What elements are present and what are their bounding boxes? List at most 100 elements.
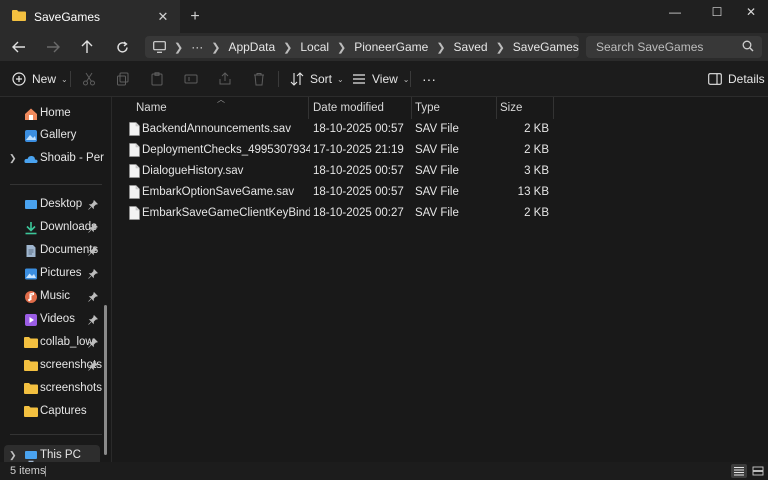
maximize-button[interactable]: ☐	[698, 0, 736, 24]
sidebar-scrollbar[interactable]	[104, 305, 107, 455]
close-window-button[interactable]: ✕	[732, 0, 768, 24]
cut-button[interactable]	[82, 68, 96, 90]
column-header-name[interactable]: Name	[136, 97, 167, 119]
file-date: 17-10-2025 21:19	[313, 144, 404, 156]
sidebar-item-desktop[interactable]: Desktop	[0, 194, 104, 216]
rename-icon	[184, 74, 198, 84]
column-resize-handle[interactable]	[411, 97, 412, 119]
address-path[interactable]: ❯ ··· ❯ AppData ❯ Local ❯ PioneerGame ❯ …	[145, 36, 579, 58]
breadcrumb-appdata[interactable]: AppData	[222, 40, 281, 54]
paste-button[interactable]	[150, 68, 164, 90]
arrow-right-icon	[47, 41, 60, 53]
pin-icon	[88, 337, 99, 348]
sort-label: Sort	[310, 72, 333, 86]
arrow-up-icon	[81, 40, 93, 53]
breadcrumb-separator: ❯	[174, 41, 184, 54]
back-button[interactable]	[8, 36, 30, 58]
file-date: 18-10-2025 00:57	[313, 165, 404, 177]
view-button[interactable]: View ⌄	[352, 68, 410, 90]
view-icon	[353, 74, 365, 84]
table-row[interactable]: BackendAnnouncements.sav 18-10-2025 00:5…	[121, 119, 553, 140]
pin-icon	[88, 314, 99, 325]
details-button[interactable]: Details	[708, 68, 765, 90]
item-count: 5 items	[10, 465, 46, 477]
details-label: Details	[728, 72, 765, 86]
home-icon	[24, 107, 38, 121]
sidebar-item-documents[interactable]: Documents	[0, 240, 104, 262]
more-options-button[interactable]: ···	[422, 68, 436, 90]
sidebar-item-captures[interactable]: Captures	[0, 401, 104, 423]
pin-icon	[88, 222, 99, 233]
breadcrumb-local[interactable]: Local	[294, 40, 335, 54]
sidebar-item-videos[interactable]: Videos	[0, 309, 104, 331]
column-resize-handle[interactable]	[553, 97, 554, 119]
copy-icon	[117, 72, 129, 86]
file-type: SAV File	[415, 207, 459, 219]
column-header-date-modified[interactable]: Date modified	[313, 97, 384, 119]
sidebar-item-downloads[interactable]: Downloads	[0, 217, 104, 239]
rename-button[interactable]	[184, 68, 198, 90]
search-input[interactable]: Search SaveGames	[586, 36, 762, 58]
sidebar-item-home[interactable]: Home	[0, 103, 104, 125]
file-icon	[129, 185, 140, 202]
table-row[interactable]: DialogueHistory.sav 18-10-2025 00:57 SAV…	[121, 161, 553, 182]
file-date: 18-10-2025 00:27	[313, 207, 404, 219]
divider	[70, 71, 71, 87]
sort-ascending-icon: ︿	[217, 95, 225, 104]
file-icon	[129, 143, 140, 160]
copy-button[interactable]	[116, 68, 130, 90]
table-row[interactable]: EmbarkOptionSaveGame.sav 18-10-2025 00:5…	[121, 182, 553, 203]
navigation-pane: Home Gallery ❯ Shoaib - Personal Desktop…	[0, 97, 112, 467]
file-type: SAV File	[415, 144, 459, 156]
search-icon	[742, 40, 754, 55]
command-bar: New ⌄ Sort ⌄ View ⌄ ··· Details	[0, 61, 768, 97]
sidebar-item-collab-low[interactable]: collab_low	[0, 332, 104, 354]
sidebar-item-onedrive[interactable]: ❯ Shoaib - Personal	[0, 148, 104, 170]
breadcrumb-separator: ❯	[283, 41, 293, 54]
sidebar-item-gallery[interactable]: Gallery	[0, 125, 104, 147]
refresh-button[interactable]	[111, 36, 133, 58]
breadcrumb-saved[interactable]: Saved	[448, 40, 494, 54]
sort-button[interactable]: Sort ⌄	[290, 68, 344, 90]
column-resize-handle[interactable]	[308, 97, 309, 119]
breadcrumb-separator: ❯	[337, 41, 347, 54]
file-type: SAV File	[415, 165, 459, 177]
breadcrumb-savegames[interactable]: SaveGames	[507, 40, 585, 54]
forward-button[interactable]	[42, 36, 64, 58]
breadcrumb-separator: ❯	[495, 41, 505, 54]
file-name: DeploymentChecks_49953079342462894…	[142, 144, 310, 156]
column-header-size[interactable]: Size	[500, 97, 522, 119]
file-name: EmbarkOptionSaveGame.sav	[142, 186, 295, 198]
status-bar: 5 items |	[0, 462, 768, 480]
sidebar-item-screenshots[interactable]: screenshots	[0, 355, 104, 377]
delete-button[interactable]	[252, 68, 266, 90]
minimize-button[interactable]: —	[656, 0, 694, 24]
file-name: EmbarkSaveGameClientKeyBindings.sav	[142, 207, 310, 219]
music-icon	[24, 290, 38, 304]
chevron-right-icon[interactable]: ❯	[9, 450, 17, 461]
new-button[interactable]: New ⌄	[12, 68, 68, 90]
up-button[interactable]	[76, 36, 98, 58]
sidebar-item-pictures[interactable]: Pictures	[0, 263, 104, 285]
sidebar-item-music[interactable]: Music	[0, 286, 104, 308]
new-tab-button[interactable]: +	[184, 6, 206, 28]
file-size: 13 KB	[517, 186, 549, 198]
sidebar-item-screenshots-2[interactable]: screenshots	[0, 378, 104, 400]
arrow-left-icon	[12, 41, 25, 53]
breadcrumb-pioneergame[interactable]: PioneerGame	[348, 40, 434, 54]
details-view-button[interactable]	[731, 464, 747, 478]
column-resize-handle[interactable]	[496, 97, 497, 119]
table-row[interactable]: DeploymentChecks_49953079342462894… 17-1…	[121, 140, 553, 161]
file-date: 18-10-2025 00:57	[313, 186, 404, 198]
share-button[interactable]	[218, 68, 232, 90]
file-icon	[129, 206, 140, 223]
breadcrumb-overflow[interactable]: ···	[185, 40, 209, 54]
tiles-view-button[interactable]	[750, 464, 766, 478]
tab-close-icon[interactable]: ✕	[152, 6, 174, 28]
tab-savegames[interactable]: SaveGames ✕	[0, 0, 180, 33]
chevron-right-icon[interactable]: ❯	[9, 153, 17, 164]
this-pc-icon	[24, 449, 38, 463]
column-header-type[interactable]: Type	[415, 97, 440, 119]
table-row[interactable]: EmbarkSaveGameClientKeyBindings.sav 18-1…	[121, 203, 553, 224]
gallery-icon	[24, 129, 38, 143]
